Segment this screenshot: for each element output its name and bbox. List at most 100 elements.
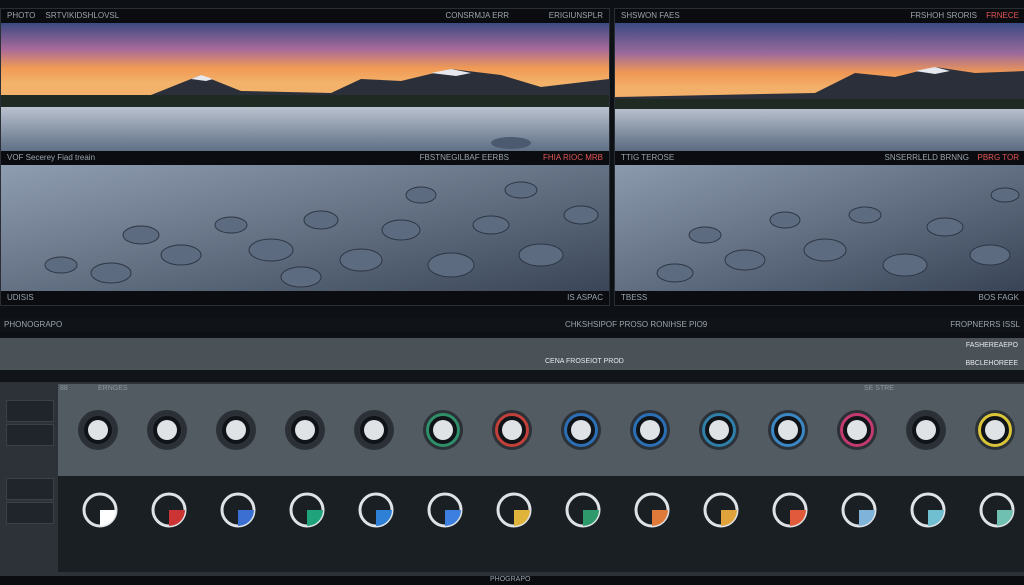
gauge-icon[interactable] (628, 486, 676, 534)
knob-icon[interactable] (285, 410, 325, 450)
right-mid-right-a: SNSERRLELD BRNNG (884, 153, 969, 162)
right-top-right-b: FRNECE (986, 11, 1019, 20)
knob-face (985, 420, 1005, 440)
side-button-2[interactable] (6, 424, 54, 446)
footer-bar: PHOGRAPO (0, 576, 1024, 585)
left-top-subtitle: SRTVIKIDSHLOVSL (45, 11, 120, 20)
gauge-wedge (859, 510, 875, 526)
left-top-right-b: ERIGIUNSPLR (548, 11, 603, 20)
knob-icon[interactable] (837, 410, 877, 450)
knob-face (502, 420, 522, 440)
knob-icon[interactable] (423, 410, 463, 450)
knob-icon[interactable] (78, 410, 118, 450)
gauge-wedge (238, 510, 254, 526)
side-button-1[interactable] (6, 400, 54, 422)
control-deck: 88 ERNGES SE STRE (0, 382, 1024, 576)
left-top-right-a: CONSRMJA ERR (445, 11, 509, 20)
gauge-icon[interactable] (283, 486, 331, 534)
gauge-wedge (928, 510, 944, 526)
gauge-icon[interactable] (835, 486, 883, 534)
left-top-title: PHOTO (7, 11, 36, 20)
knob-icon[interactable] (147, 410, 187, 450)
knob-icon[interactable] (354, 410, 394, 450)
gauge-icon[interactable] (697, 486, 745, 534)
control-header: CENA FROSEIOT PROD FASHEREAEPO BBCLEHORE… (0, 338, 1024, 370)
gauge-icon[interactable] (352, 486, 400, 534)
gauge-wedge (583, 510, 599, 526)
knob-icon[interactable] (975, 410, 1015, 450)
right-mid-title: TTIG TEROSE (621, 153, 675, 162)
footer-label: PHOGRAPO (490, 576, 531, 583)
right-bottom-left: TBESS (621, 293, 648, 302)
right-landscape-photo (615, 23, 1024, 151)
right-mid-right-b: PBRG TOR (977, 153, 1020, 162)
side-button-4[interactable] (6, 502, 54, 524)
gauge-icon[interactable] (559, 486, 607, 534)
knob-face (295, 420, 315, 440)
gauge-wedge (100, 510, 116, 526)
left-mid-right-b: FHIA RIOC MRB (542, 153, 603, 162)
gauge-wedge (307, 510, 323, 526)
knob-face (364, 420, 384, 440)
right-pebbles-photo (615, 165, 1024, 291)
row-label-a: 88 (60, 385, 68, 392)
gauge-icon[interactable] (214, 486, 262, 534)
knob-face (640, 420, 660, 440)
knob-face (571, 420, 591, 440)
knob-face (157, 420, 177, 440)
info-strip-right: FROPNERRS ISSL (950, 320, 1020, 329)
right-top-title: SHSWON FAES (621, 11, 680, 20)
left-photo-panel: PHOTO SRTVIKIDSHLOVSL CONSRMJA ERR ERIGI… (0, 8, 610, 306)
knob-face (847, 420, 867, 440)
knob-face (709, 420, 729, 440)
left-top-bar: PHOTO SRTVIKIDSHLOVSL CONSRMJA ERR ERIGI… (1, 9, 609, 23)
knob-icon[interactable] (906, 410, 946, 450)
control-divider (0, 370, 1024, 382)
gauge-icon[interactable] (421, 486, 469, 534)
gauge-icon[interactable] (904, 486, 952, 534)
gauge-wedge (445, 510, 461, 526)
row-label-b: ERNGES (98, 385, 128, 392)
gauge-wedge (721, 510, 737, 526)
left-mid-right-a: FBSTNEGILBAF EERBS (419, 153, 509, 162)
gauge-icon[interactable] (766, 486, 814, 534)
knob-face (433, 420, 453, 440)
right-bottom-bar: TBESS BOS FAGK (615, 291, 1024, 305)
left-mid-title: VOF Secerey Fiad treain (7, 153, 96, 162)
knob-row-bg (58, 384, 1024, 476)
info-strip-center: CHKSHSIPOF PROSO RONIHSE PIO9 (565, 320, 708, 329)
right-photo-panel: SHSWON FAES FRSHOH SRORIS FRNECE TTIG TE… (614, 8, 1024, 306)
gauge-icon[interactable] (145, 486, 193, 534)
side-button-3[interactable] (6, 478, 54, 500)
right-mid-bar: TTIG TEROSE SNSERRLELD BRNNG PBRG TOR (615, 151, 1024, 165)
right-top-bar: SHSWON FAES FRSHOH SRORIS FRNECE (615, 9, 1024, 23)
knob-icon[interactable] (216, 410, 256, 450)
knob-icon[interactable] (492, 410, 532, 450)
left-mid-bar: VOF Secerey Fiad treain FBSTNEGILBAF EER… (1, 151, 609, 165)
left-bottom-bar: UDISIS IS ASPAC (1, 291, 609, 305)
gauge-wedge (997, 510, 1013, 526)
gauge-wedge (169, 510, 185, 526)
gauge-icon[interactable] (76, 486, 124, 534)
left-landscape-photo (1, 23, 609, 151)
gauge-wedge (376, 510, 392, 526)
knob-icon[interactable] (699, 410, 739, 450)
knob-icon[interactable] (630, 410, 670, 450)
row-label-c: SE STRE (864, 385, 894, 392)
gauge-icon[interactable] (490, 486, 538, 534)
left-bottom-left: UDISIS (7, 293, 34, 302)
knob-face (916, 420, 936, 440)
control-right-label-2: BBCLEHOREEE (965, 360, 1018, 367)
knob-icon[interactable] (768, 410, 808, 450)
right-top-right-a: FRSHOH SRORIS (910, 11, 977, 20)
right-bottom-right: BOS FAGK (978, 293, 1019, 302)
gauge-icon[interactable] (973, 486, 1021, 534)
knob-icon[interactable] (561, 410, 601, 450)
control-right-label-1: FASHEREAEPO (965, 342, 1018, 349)
info-strip: PHONOGRAPO CHKSHSIPOF PROSO RONIHSE PIO9… (0, 318, 1024, 332)
left-pebbles-photo (1, 165, 609, 291)
gauge-wedge (790, 510, 806, 526)
control-header-label: CENA FROSEIOT PROD (545, 358, 624, 365)
gauge-wedge (514, 510, 530, 526)
knob-face (778, 420, 798, 440)
